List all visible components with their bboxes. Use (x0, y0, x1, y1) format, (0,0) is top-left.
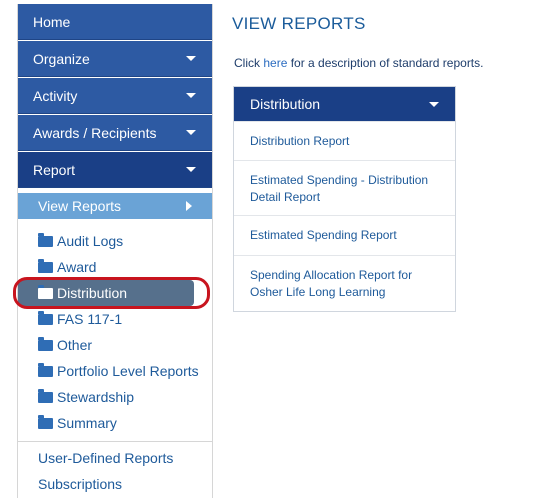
nav-organize-label: Organize (33, 51, 90, 67)
nav-activity[interactable]: Activity (18, 78, 212, 114)
report-link-estimated-spending-distribution-detail[interactable]: Estimated Spending - Distribution Detail… (234, 160, 455, 215)
folder-label: Distribution (57, 285, 128, 301)
sidebar-item-view-reports[interactable]: View Reports (18, 193, 212, 219)
folder-label: FAS 117-1 (57, 311, 123, 327)
folder-icon (38, 363, 53, 377)
user-defined-reports-link[interactable]: User-Defined Reports (18, 445, 212, 471)
folder-icon (38, 389, 53, 403)
nav-awards-recipients[interactable]: Awards / Recipients (18, 115, 212, 151)
nav-home-label: Home (33, 14, 71, 30)
folder-icon (38, 259, 53, 273)
folder-audit-logs[interactable]: Audit Logs (18, 228, 212, 254)
chevron-down-icon (186, 93, 196, 98)
folder-fas-117-1[interactable]: FAS 117-1 (18, 306, 212, 332)
sidebar: Home Organize Activity Awards / Recipien… (13, 4, 213, 498)
subscriptions-link[interactable]: Subscriptions (18, 471, 212, 497)
folder-portfolio-level-reports[interactable]: Portfolio Level Reports (18, 358, 212, 384)
folder-distribution[interactable]: Distribution (13, 277, 212, 309)
nav-awards-recipients-label: Awards / Recipients (33, 125, 157, 141)
view-reports-label: View Reports (38, 198, 122, 214)
folder-other[interactable]: Other (18, 332, 212, 358)
report-link-spending-allocation[interactable]: Spending Allocation Report for Osher Lif… (234, 255, 455, 311)
folder-icon (38, 337, 53, 351)
panel-title: Distribution (250, 96, 321, 112)
folder-stewardship[interactable]: Stewardship (18, 384, 212, 410)
report-link-distribution[interactable]: Distribution Report (234, 121, 455, 160)
report-label: Estimated Spending - Distribution Detail… (250, 173, 429, 204)
distribution-panel: Distribution Distribution Report Estimat… (233, 86, 456, 312)
folder-label: Award (57, 259, 97, 275)
folder-label: Summary (57, 415, 117, 431)
folder-icon (38, 311, 53, 325)
chevron-down-icon (186, 130, 196, 135)
folder-label: Other (57, 337, 93, 353)
sidebar-divider (18, 441, 212, 442)
report-label: Estimated Spending Report (250, 228, 397, 242)
folder-summary[interactable]: Summary (18, 410, 212, 436)
chevron-down-icon (429, 102, 439, 107)
intro-text-before: Click (234, 56, 264, 70)
folder-award[interactable]: Award (18, 254, 212, 280)
intro-text-after: for a description of standard reports. (287, 56, 484, 70)
folder-label: Audit Logs (57, 233, 124, 249)
nav-home[interactable]: Home (18, 4, 212, 40)
chevron-down-icon (186, 56, 196, 61)
nav-report[interactable]: Report (18, 152, 212, 188)
folder-label: Portfolio Level Reports (57, 363, 199, 379)
folder-icon (38, 233, 53, 247)
description-link[interactable]: here (263, 56, 287, 70)
report-folder-list: Audit Logs Award Distribution FAS 117-1 … (13, 219, 212, 436)
intro-text: Click here for a description of standard… (234, 56, 483, 70)
nav-report-label: Report (33, 162, 76, 178)
report-label: Spending Allocation Report for Osher Lif… (250, 268, 413, 299)
report-label: Distribution Report (250, 134, 350, 148)
nav-organize[interactable]: Organize (18, 41, 212, 77)
page-title: VIEW REPORTS (232, 14, 366, 33)
folder-icon (38, 415, 53, 429)
panel-header[interactable]: Distribution (234, 87, 455, 121)
folder-label: Stewardship (57, 389, 135, 405)
report-link-estimated-spending[interactable]: Estimated Spending Report (234, 215, 455, 255)
folder-icon (38, 285, 53, 299)
chevron-right-icon (186, 201, 192, 211)
chevron-down-icon (186, 167, 196, 172)
nav-activity-label: Activity (33, 88, 78, 104)
